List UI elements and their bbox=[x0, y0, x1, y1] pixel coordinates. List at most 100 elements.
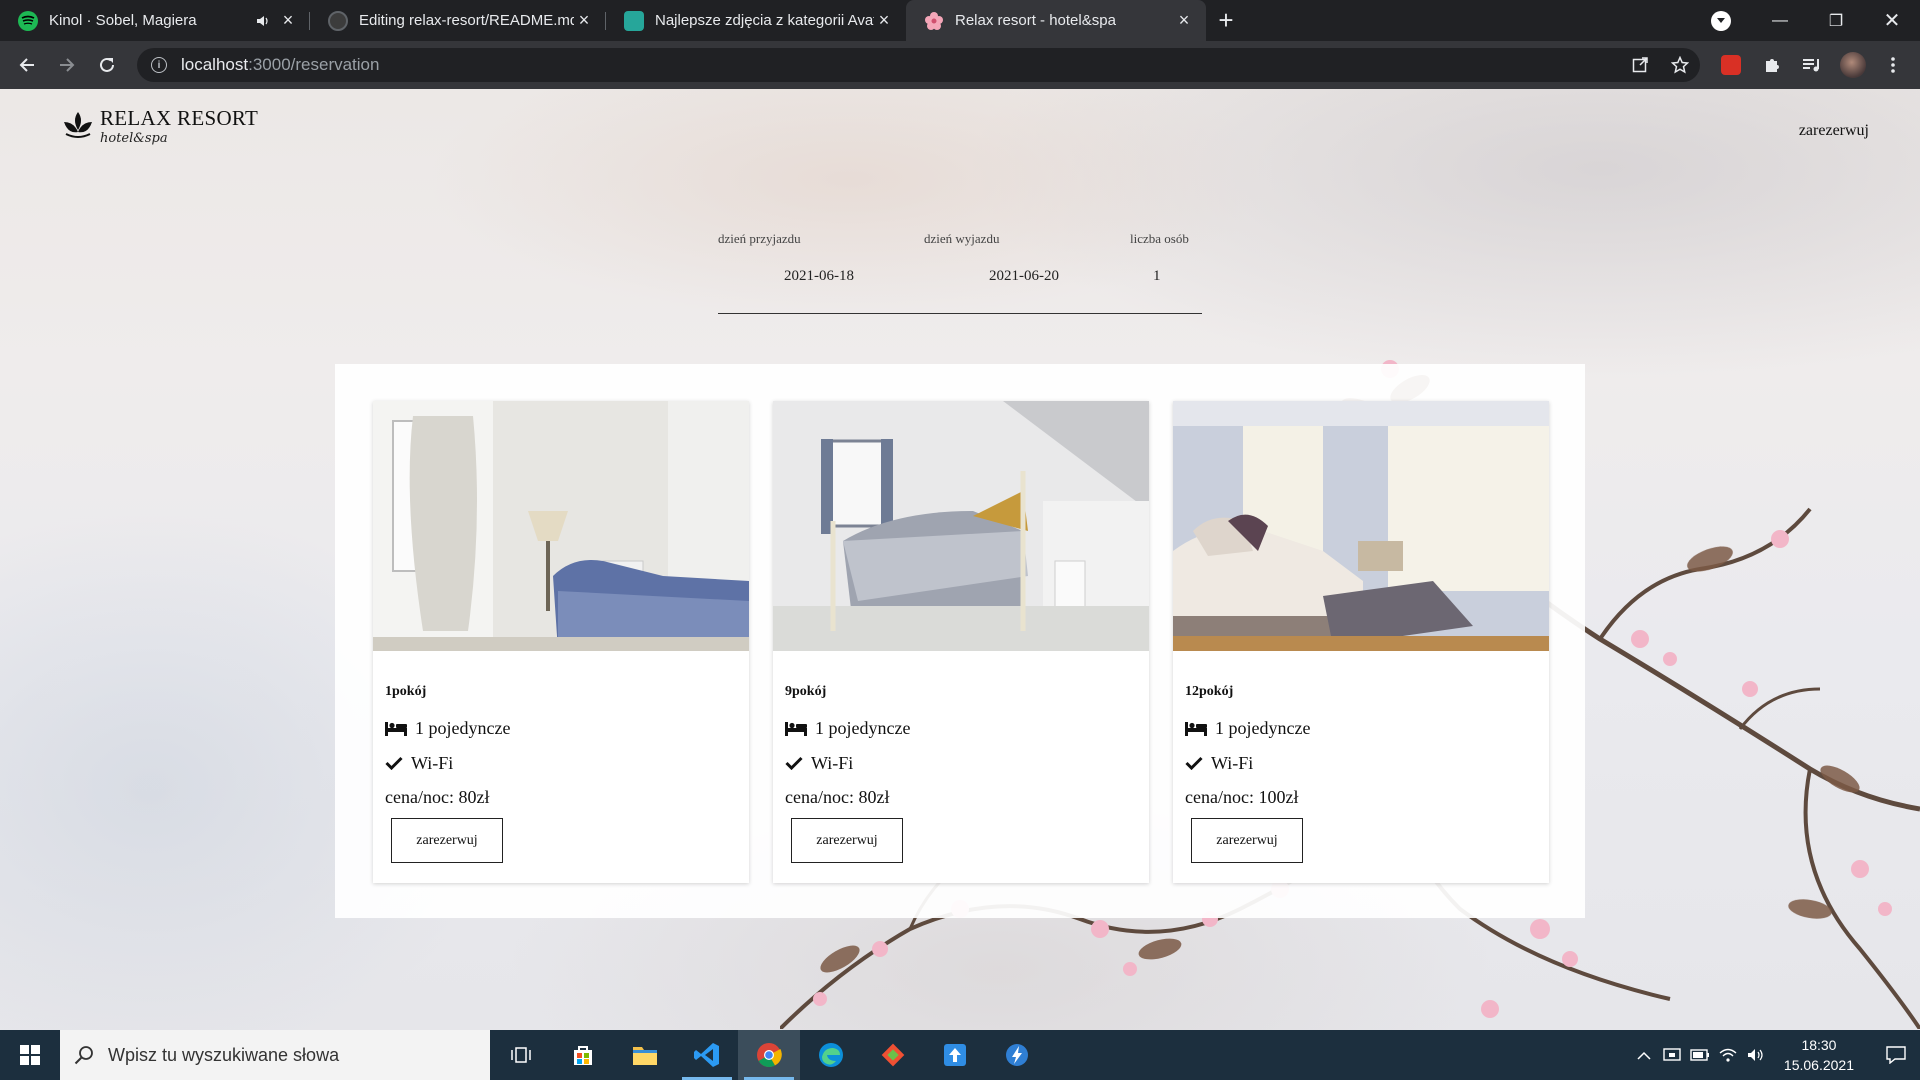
room-price: cena/noc: 100zł bbox=[1185, 787, 1299, 807]
new-tab-button[interactable]: + bbox=[1206, 0, 1246, 41]
browser-tab-strip: Kinol · Sobel, Magiera × Editing relax-r… bbox=[0, 0, 1920, 41]
windows-taskbar: Wpisz tu wyszukiwane słowa 18:30 15.06.2… bbox=[0, 1030, 1920, 1080]
close-icon[interactable]: × bbox=[1174, 10, 1194, 31]
tab-github[interactable]: Editing relax-resort/README.md × bbox=[310, 0, 606, 41]
tab-avatar-gallery[interactable]: Najlepsze zdjęcia z kategorii Avat × bbox=[606, 0, 906, 41]
open-in-app-icon[interactable] bbox=[1620, 57, 1660, 73]
room-amenity: Wi-Fi bbox=[811, 752, 854, 773]
bed-icon bbox=[385, 721, 407, 736]
system-tray: 18:30 15.06.2021 bbox=[1630, 1030, 1920, 1080]
power-automate-icon[interactable] bbox=[986, 1030, 1048, 1080]
task-view-icon[interactable] bbox=[490, 1030, 552, 1080]
gallery-icon bbox=[624, 10, 644, 31]
page-viewport: RELAX RESORT hotel&spa zarezerwuj dzień … bbox=[0, 89, 1920, 1030]
mirror-display-icon[interactable] bbox=[1658, 1047, 1686, 1063]
check-icon bbox=[385, 756, 403, 770]
lotus-icon bbox=[64, 112, 92, 138]
clock-time: 18:30 bbox=[1801, 1037, 1837, 1053]
file-explorer-icon[interactable] bbox=[614, 1030, 676, 1080]
clock-date: 15.06.2021 bbox=[1783, 1057, 1854, 1073]
git-icon[interactable] bbox=[862, 1030, 924, 1080]
room-price: cena/noc: 80zł bbox=[785, 787, 890, 807]
speaker-icon[interactable] bbox=[256, 15, 278, 27]
extension-red-icon[interactable] bbox=[1714, 48, 1748, 82]
reserve-button[interactable]: zarezerwuj bbox=[791, 818, 903, 863]
room-card: 9pokój 1 pojedyncze Wi-Fi cena/noc: 80zł… bbox=[773, 401, 1149, 883]
flower-icon bbox=[924, 11, 944, 31]
room-card: 1pokój 1 pojedyncze Wi-Fi cena/noc: 80zł… bbox=[373, 401, 749, 883]
address-bar[interactable]: i localhost :3000/reservation bbox=[137, 48, 1700, 82]
store-icon[interactable] bbox=[552, 1030, 614, 1080]
extensions-puzzle-icon[interactable] bbox=[1755, 48, 1789, 82]
edge-icon[interactable] bbox=[800, 1030, 862, 1080]
chevron-up-icon[interactable] bbox=[1630, 1051, 1658, 1060]
restore-icon[interactable]: ❐ bbox=[1808, 0, 1864, 41]
room-name: 1pokój bbox=[385, 684, 427, 699]
search-icon bbox=[74, 1046, 93, 1065]
brand-title: RELAX RESORT bbox=[100, 106, 259, 130]
bed-icon bbox=[1185, 721, 1207, 736]
reserve-button[interactable]: zarezerwuj bbox=[391, 818, 503, 863]
github-icon bbox=[328, 10, 348, 31]
site-logo[interactable]: RELAX RESORT hotel&spa bbox=[62, 106, 258, 146]
battery-icon[interactable] bbox=[1686, 1049, 1714, 1061]
taskbar-search-input[interactable]: Wpisz tu wyszukiwane słowa bbox=[60, 1030, 490, 1080]
tab-search-icon[interactable] bbox=[1711, 11, 1731, 31]
taskbar-search-placeholder: Wpisz tu wyszukiwane słowa bbox=[108, 1044, 340, 1065]
spotify-icon bbox=[18, 10, 38, 31]
url-host: localhost bbox=[181, 55, 249, 74]
room-card: 12pokój 1 pojedyncze Wi-Fi cena/noc: 100… bbox=[1173, 401, 1549, 883]
bookmark-star-icon[interactable] bbox=[1660, 56, 1700, 74]
check-icon bbox=[785, 756, 803, 770]
room-name: 9pokój bbox=[785, 684, 827, 699]
close-window-icon[interactable]: ✕ bbox=[1864, 0, 1920, 41]
nav-reserve-link[interactable]: zarezerwuj bbox=[1799, 122, 1869, 140]
media-control-icon[interactable] bbox=[1795, 48, 1829, 82]
browser-toolbar: i localhost :3000/reservation bbox=[0, 41, 1920, 89]
tab-relax-resort[interactable]: Relax resort - hotel&spa × bbox=[906, 0, 1206, 41]
chrome-icon[interactable] bbox=[738, 1030, 800, 1080]
room-name: 12pokój bbox=[1185, 684, 1234, 699]
minimize-icon[interactable]: — bbox=[1752, 0, 1808, 41]
close-icon[interactable]: × bbox=[278, 10, 298, 31]
room-photo bbox=[373, 401, 749, 651]
upload-app-icon[interactable] bbox=[924, 1030, 986, 1080]
tab-title: Najlepsze zdjęcia z kategorii Avat bbox=[655, 12, 874, 29]
departure-label: dzień wyjazdu bbox=[924, 231, 1000, 246]
site-info-icon[interactable]: i bbox=[151, 57, 167, 73]
wifi-icon[interactable] bbox=[1714, 1048, 1742, 1062]
room-amenity: Wi-Fi bbox=[411, 752, 454, 773]
forward-icon[interactable] bbox=[47, 45, 87, 85]
guests-input[interactable]: 1 bbox=[1153, 268, 1161, 285]
room-beds: 1 pojedyncze bbox=[1215, 717, 1311, 738]
room-photo bbox=[1173, 401, 1549, 651]
windows-start-icon[interactable] bbox=[0, 1030, 60, 1080]
back-icon[interactable] bbox=[7, 45, 47, 85]
vscode-icon[interactable] bbox=[676, 1030, 738, 1080]
room-price: cena/noc: 80zł bbox=[385, 787, 490, 807]
reservation-search-form: dzień przyjazdu dzień wyjazdu liczba osó… bbox=[718, 231, 1202, 314]
volume-icon[interactable] bbox=[1742, 1048, 1770, 1062]
url-path: :3000/reservation bbox=[248, 55, 380, 74]
arrival-date-input[interactable]: 2021-06-18 bbox=[784, 268, 854, 285]
taskbar-clock[interactable]: 18:30 15.06.2021 bbox=[1784, 1035, 1854, 1075]
reserve-button[interactable]: zarezerwuj bbox=[1191, 818, 1303, 863]
tab-title: Relax resort - hotel&spa bbox=[955, 12, 1116, 29]
room-beds: 1 pojedyncze bbox=[815, 717, 911, 738]
close-icon[interactable]: × bbox=[874, 10, 894, 31]
bed-icon bbox=[785, 721, 807, 736]
rooms-panel: 1pokój 1 pojedyncze Wi-Fi cena/noc: 80zł… bbox=[335, 364, 1585, 918]
profile-avatar[interactable] bbox=[1836, 48, 1870, 82]
room-amenity: Wi-Fi bbox=[1211, 752, 1254, 773]
notifications-icon[interactable] bbox=[1872, 1046, 1920, 1064]
room-beds: 1 pojedyncze bbox=[415, 717, 511, 738]
departure-date-input[interactable]: 2021-06-20 bbox=[989, 268, 1059, 285]
reload-icon[interactable] bbox=[87, 45, 127, 85]
check-icon bbox=[1185, 756, 1203, 770]
brand-subtitle: hotel&spa bbox=[100, 131, 168, 146]
more-menu-icon[interactable] bbox=[1876, 48, 1910, 82]
room-photo bbox=[773, 401, 1149, 651]
close-icon[interactable]: × bbox=[574, 10, 594, 31]
arrival-label: dzień przyjazdu bbox=[718, 231, 801, 246]
tab-spotify[interactable]: Kinol · Sobel, Magiera × bbox=[0, 0, 310, 41]
